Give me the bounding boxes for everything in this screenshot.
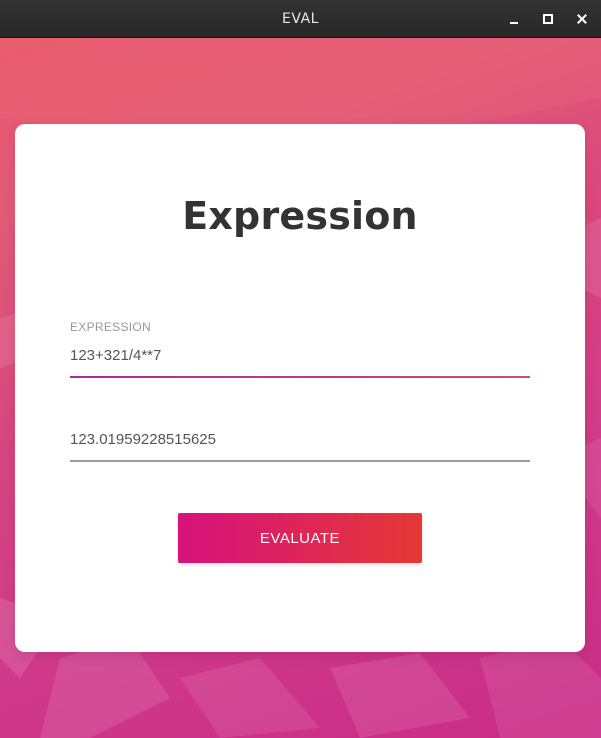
maximize-button[interactable] <box>536 7 560 31</box>
result-underline <box>70 460 530 462</box>
minimize-button[interactable] <box>502 7 526 31</box>
app-window: EVAL Expression EXPRESSION 123+321/4**7 … <box>0 0 601 738</box>
close-icon <box>577 14 587 24</box>
expression-field: EXPRESSION <box>70 320 530 378</box>
title-bar[interactable]: EVAL <box>0 0 601 38</box>
expression-card: Expression EXPRESSION EVALUATE <box>15 124 585 652</box>
minimize-icon <box>510 22 518 24</box>
evaluate-button[interactable]: EVALUATE <box>178 513 422 563</box>
expression-underline <box>70 376 530 378</box>
result-field <box>70 420 530 462</box>
expression-input[interactable] <box>70 344 530 366</box>
expression-label: EXPRESSION <box>70 320 152 334</box>
card-title: Expression <box>182 194 418 238</box>
result-input[interactable] <box>70 428 530 450</box>
close-button[interactable] <box>570 7 594 31</box>
maximize-icon <box>543 14 553 24</box>
